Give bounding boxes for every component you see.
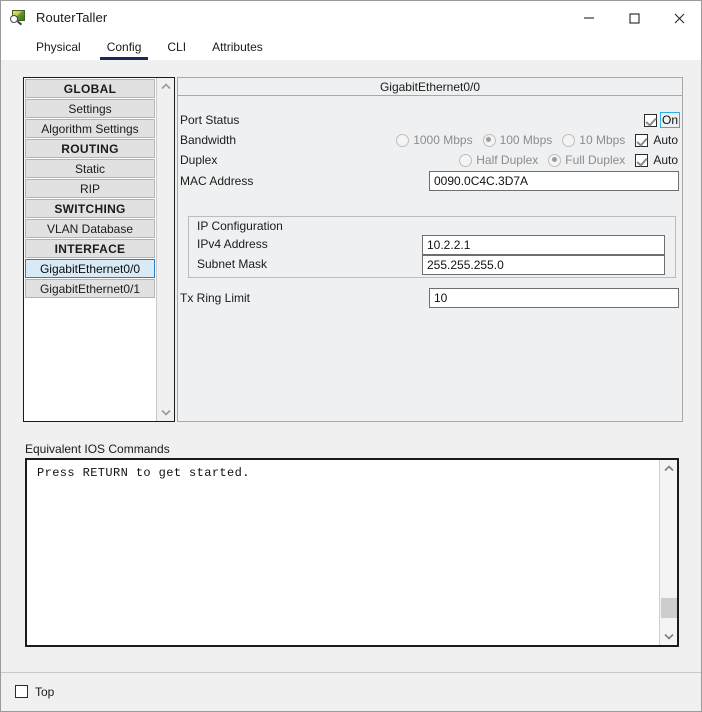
duplex-radio-half[interactable]	[459, 154, 472, 167]
port-status-row: Port Status On	[178, 110, 684, 130]
mac-address-row: MAC Address	[178, 171, 684, 191]
sidebar-item-static[interactable]: Static	[25, 159, 155, 178]
duplex-option-label-full: Full Duplex	[565, 153, 625, 167]
sidebar-item-rip[interactable]: RIP	[25, 179, 155, 198]
tab-attributes[interactable]: Attributes	[199, 34, 276, 60]
tree-header-switching: SWITCHING	[25, 199, 155, 218]
sidebar-item-gigabitethernet0-0[interactable]: GigabitEthernet0/0	[25, 259, 155, 278]
bandwidth-radio-1000mbps[interactable]	[396, 134, 409, 147]
bandwidth-row: Bandwidth 1000 Mbps 100 Mbps 10 Mbps Aut…	[178, 130, 684, 150]
title-bar: RouterTaller	[1, 1, 701, 34]
chevron-up-icon[interactable]	[157, 78, 175, 95]
top-checkbox-label: Top	[35, 685, 54, 699]
tree-header-routing: ROUTING	[25, 139, 155, 158]
duplex-radio-group: Half Duplex Full Duplex	[449, 153, 625, 167]
bandwidth-option-label-100mbps: 100 Mbps	[500, 133, 553, 147]
bandwidth-radio-group: 1000 Mbps 100 Mbps 10 Mbps	[386, 133, 625, 147]
config-navigation-tree: GLOBAL Settings Algorithm Settings ROUTI…	[23, 77, 175, 422]
port-status-label: Port Status	[180, 113, 239, 127]
interface-config-fields: Port Status On Bandwidth 1000 Mbps	[178, 96, 682, 421]
ios-scroll-down-icon[interactable]	[660, 628, 678, 645]
tx-ring-limit-input[interactable]	[429, 288, 679, 308]
bottom-bar: Top	[1, 673, 701, 710]
dialog-body: GLOBAL Settings Algorithm Settings ROUTI…	[1, 60, 701, 711]
tab-config[interactable]: Config	[94, 34, 155, 60]
subnet-mask-input[interactable]	[422, 255, 665, 275]
bandwidth-auto-checkbox[interactable]	[635, 134, 648, 147]
top-checkbox[interactable]	[15, 685, 28, 698]
interface-config-panel: GigabitEthernet0/0 Port Status On Bandwi…	[177, 77, 683, 422]
tree-item-list: GLOBAL Settings Algorithm Settings ROUTI…	[24, 78, 156, 421]
maximize-button[interactable]	[611, 1, 656, 34]
port-status-checkbox[interactable]	[644, 114, 657, 127]
packet-tracer-icon	[10, 9, 28, 27]
duplex-control: Half Duplex Full Duplex Auto	[449, 153, 680, 167]
sidebar-item-algorithm-settings[interactable]: Algorithm Settings	[25, 119, 155, 138]
subnet-mask-label: Subnet Mask	[197, 257, 267, 271]
mac-address-label: MAC Address	[180, 174, 253, 188]
tree-header-global: GLOBAL	[25, 79, 155, 98]
bandwidth-option-label-10mbps: 10 Mbps	[579, 133, 625, 147]
ip-configuration-group-label: IP Configuration	[197, 219, 283, 233]
duplex-radio-full[interactable]	[548, 154, 561, 167]
sidebar-item-gigabitethernet0-1[interactable]: GigabitEthernet0/1	[25, 279, 155, 298]
chevron-down-icon[interactable]	[157, 404, 175, 421]
ip-configuration-group: IP Configuration IPv4 Address Subnet Mas…	[188, 216, 676, 278]
tab-bar: Physical Config CLI Attributes	[1, 34, 701, 60]
minimize-button[interactable]	[566, 1, 611, 34]
ios-commands-label: Equivalent IOS Commands	[25, 442, 170, 456]
tab-physical[interactable]: Physical	[23, 34, 94, 60]
tree-header-interface: INTERFACE	[25, 239, 155, 258]
port-status-value-label[interactable]: On	[660, 112, 680, 128]
bandwidth-auto-label: Auto	[651, 133, 680, 147]
duplex-label: Duplex	[180, 153, 217, 167]
mac-address-input[interactable]	[429, 171, 679, 191]
tab-cli[interactable]: CLI	[154, 34, 199, 60]
ios-commands-console[interactable]: Press RETURN to get started.	[25, 458, 679, 647]
duplex-option-label-half: Half Duplex	[476, 153, 538, 167]
port-status-control: On	[644, 112, 680, 128]
bandwidth-control: 1000 Mbps 100 Mbps 10 Mbps Auto	[386, 133, 680, 147]
ipv4-address-input[interactable]	[422, 235, 665, 255]
tx-ring-limit-label: Tx Ring Limit	[180, 291, 250, 305]
close-button[interactable]	[656, 1, 701, 34]
tree-scrollbar[interactable]	[156, 78, 174, 421]
ios-scroll-thumb[interactable]	[661, 598, 677, 618]
sidebar-item-vlan-database[interactable]: VLAN Database	[25, 219, 155, 238]
duplex-row: Duplex Half Duplex Full Duplex Auto	[178, 150, 684, 170]
sidebar-item-settings[interactable]: Settings	[25, 99, 155, 118]
ios-scroll-up-icon[interactable]	[660, 460, 678, 477]
ipv4-address-label: IPv4 Address	[197, 237, 268, 251]
bandwidth-radio-100mbps[interactable]	[483, 134, 496, 147]
bandwidth-radio-10mbps[interactable]	[562, 134, 575, 147]
ios-commands-scrollbar[interactable]	[659, 460, 677, 645]
ios-commands-text: Press RETURN to get started.	[27, 460, 659, 645]
tx-ring-limit-row: Tx Ring Limit	[178, 288, 684, 308]
router-config-window: RouterTaller Physical Config CLI Attribu…	[0, 0, 702, 712]
bandwidth-label: Bandwidth	[180, 133, 236, 147]
interface-panel-title: GigabitEthernet0/0	[178, 78, 682, 96]
duplex-auto-checkbox[interactable]	[635, 154, 648, 167]
duplex-auto-label: Auto	[651, 153, 680, 167]
bandwidth-option-label-1000mbps: 1000 Mbps	[413, 133, 472, 147]
window-title: RouterTaller	[36, 10, 107, 25]
window-controls	[566, 1, 701, 34]
